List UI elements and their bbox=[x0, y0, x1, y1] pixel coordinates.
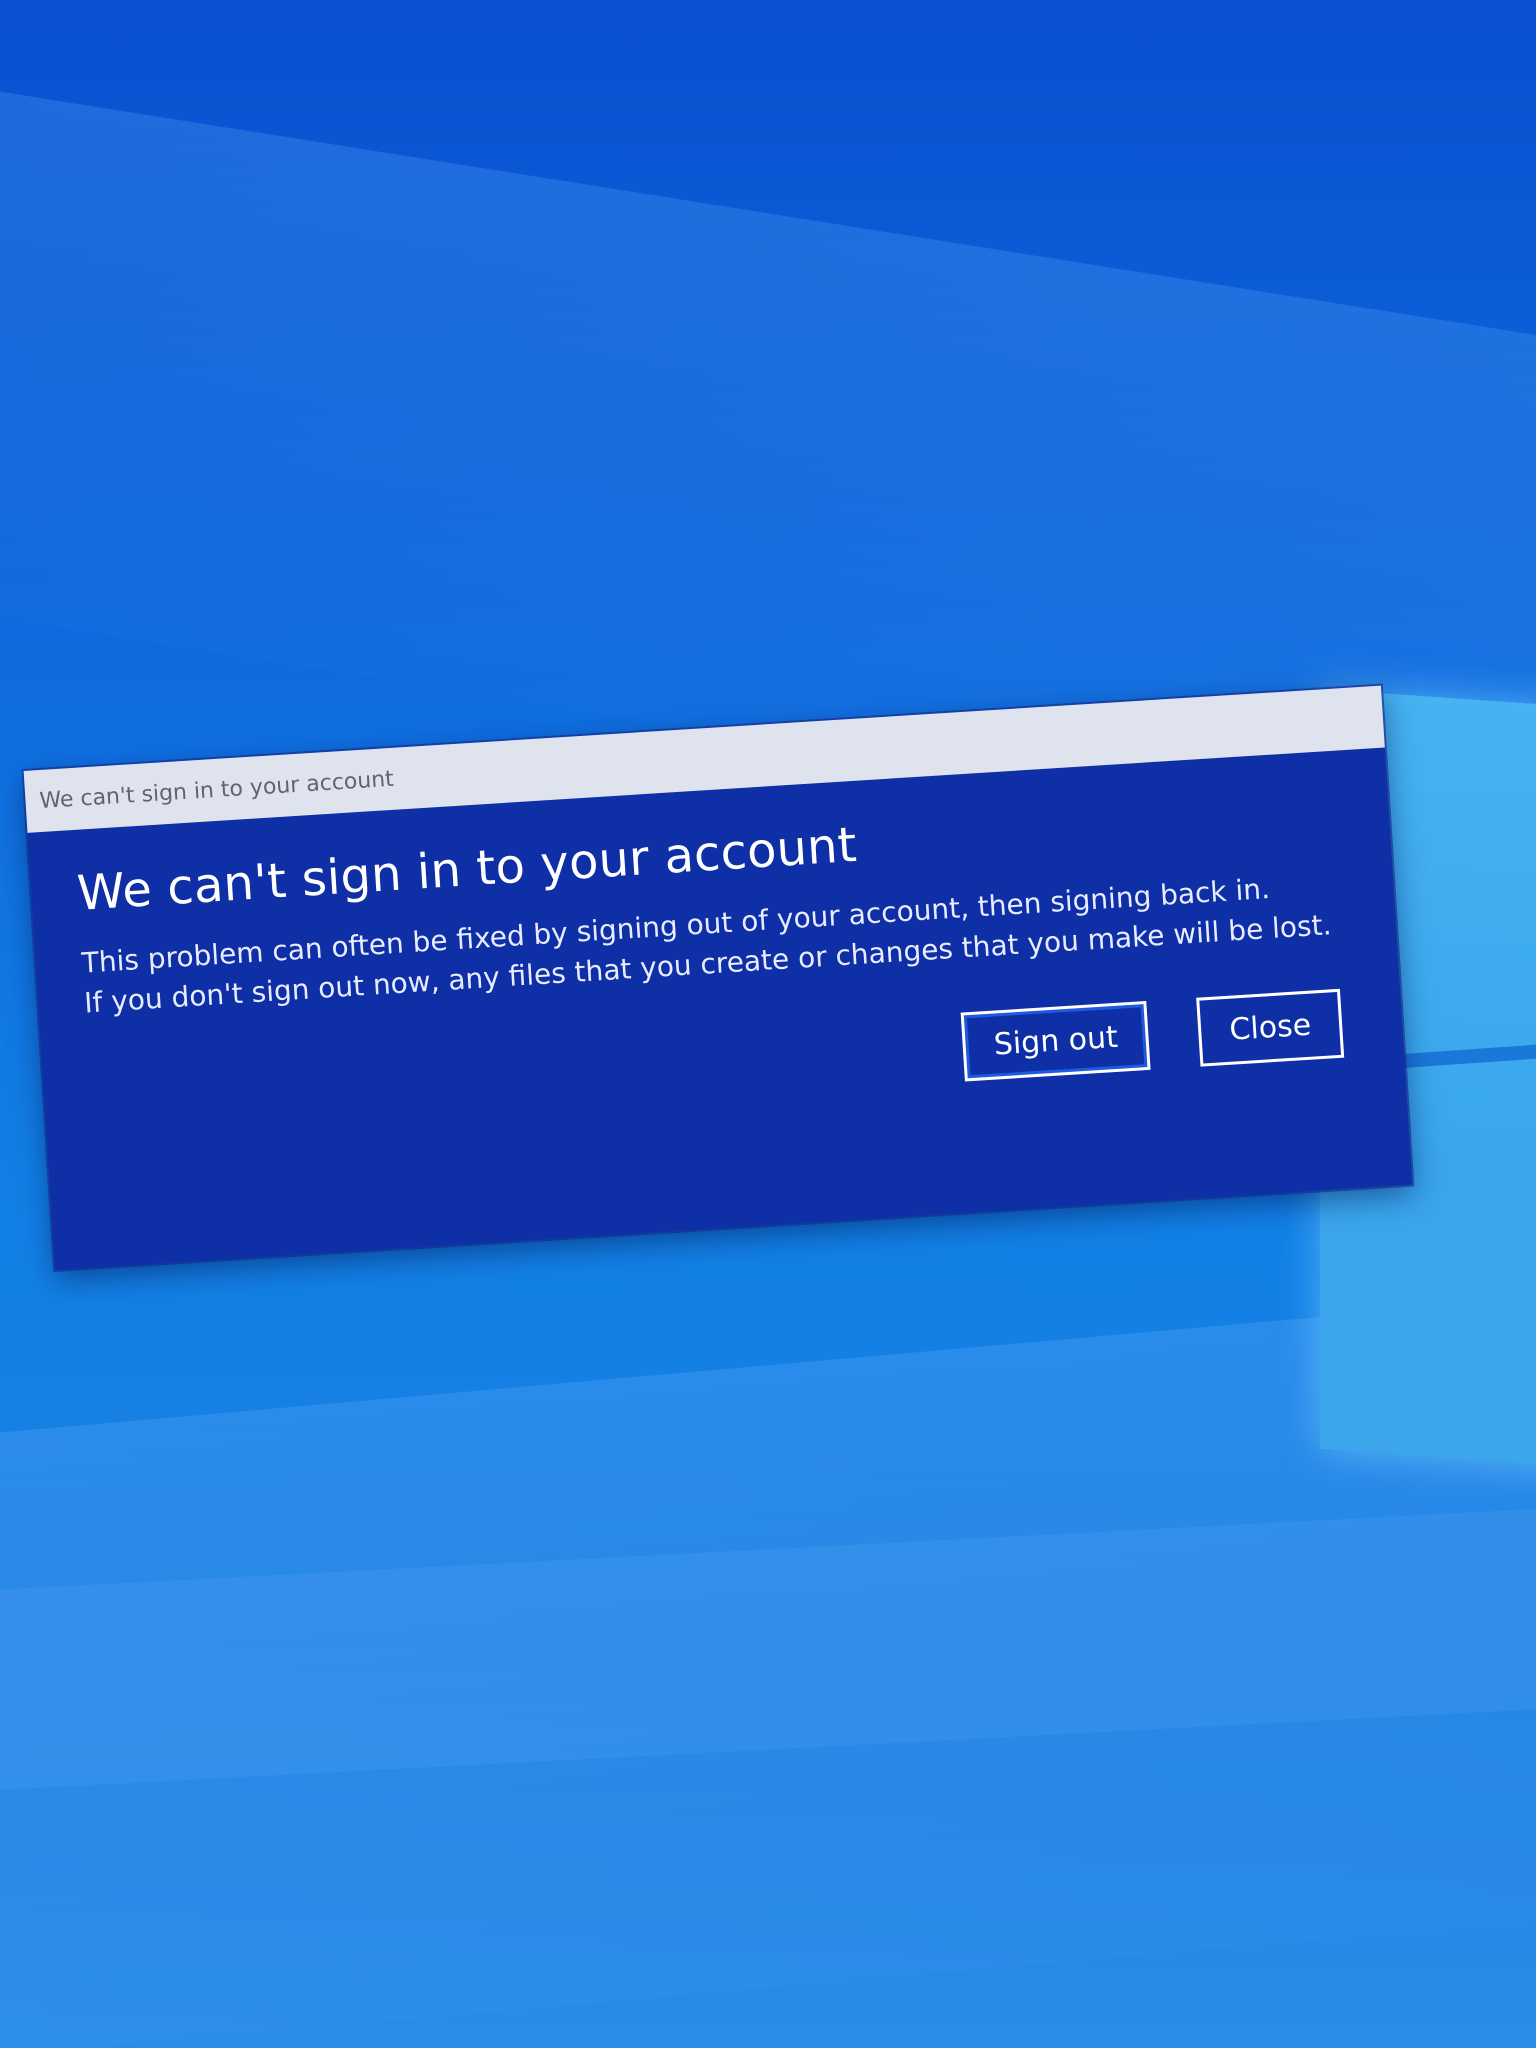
dialog-buttons: Sign out Close bbox=[960, 988, 1345, 1082]
dialog-wrapper: We can't sign in to your account We can'… bbox=[23, 685, 1413, 1270]
sign-out-button[interactable]: Sign out bbox=[960, 1000, 1151, 1082]
dialog-window-title: We can't sign in to your account bbox=[38, 766, 395, 814]
close-button[interactable]: Close bbox=[1196, 988, 1345, 1067]
sign-in-error-dialog: We can't sign in to your account We can'… bbox=[23, 685, 1413, 1270]
